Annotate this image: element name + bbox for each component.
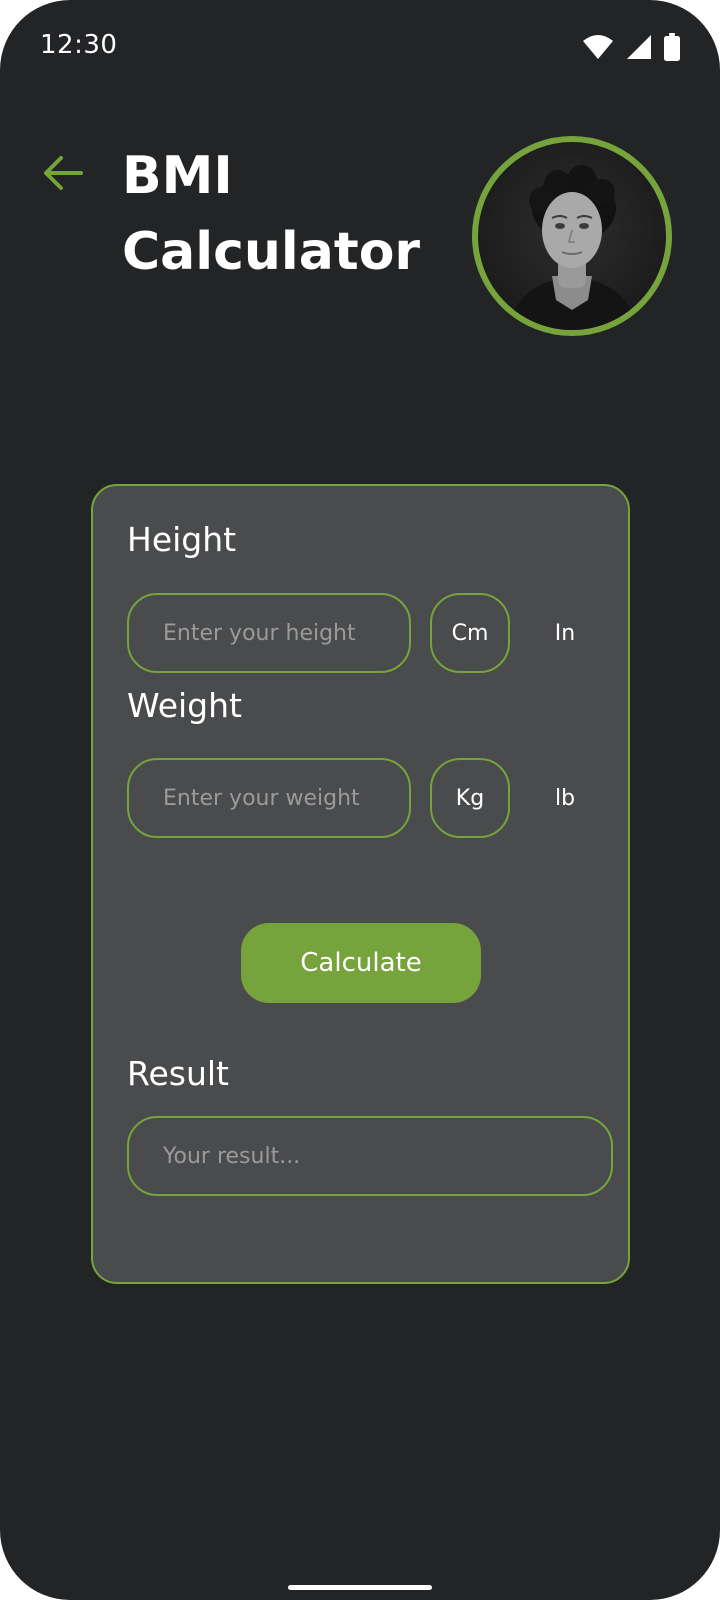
home-indicator[interactable]: [288, 1585, 432, 1590]
weight-label: Weight: [127, 686, 242, 725]
phone-screen: 12:30 BMI Calculator Height Enter your h…: [0, 0, 720, 1600]
status-time: 12:30: [40, 30, 118, 60]
height-label: Height: [127, 520, 237, 559]
result-field: [127, 1116, 613, 1196]
status-icons: [582, 32, 680, 62]
height-input[interactable]: [127, 593, 411, 673]
back-button[interactable]: [38, 152, 88, 198]
page-title: BMI Calculator: [122, 146, 421, 282]
arrow-left-icon: [43, 155, 83, 195]
unit-cm-button[interactable]: Cm: [430, 593, 510, 673]
result-label: Result: [127, 1054, 229, 1093]
avatar[interactable]: [472, 136, 672, 336]
weight-input[interactable]: [127, 758, 411, 838]
signal-icon: [626, 34, 652, 60]
unit-kg-button[interactable]: Kg: [430, 758, 510, 838]
calculate-button[interactable]: Calculate: [241, 923, 481, 1003]
unit-lb-button[interactable]: lb: [525, 758, 605, 838]
wifi-icon: [582, 34, 614, 60]
battery-icon: [664, 33, 680, 61]
avatar-portrait: [506, 165, 638, 330]
unit-in-button[interactable]: In: [525, 593, 605, 673]
bmi-form-card: Height Cm In Weight Kg lb Calculate Resu…: [91, 484, 630, 1284]
